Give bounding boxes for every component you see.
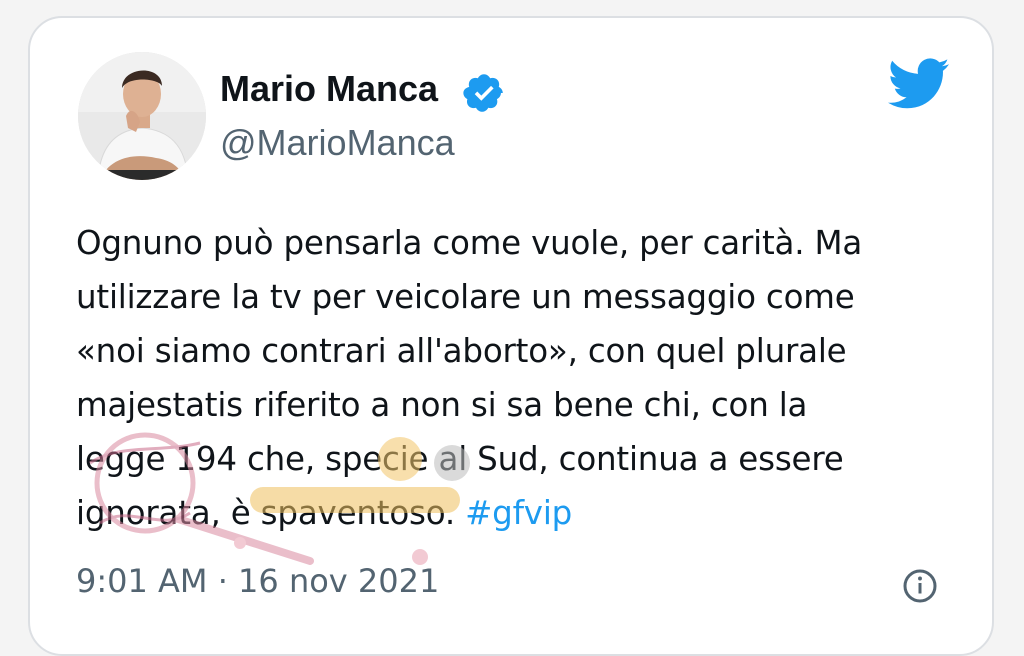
tweet-text-line: ignorata, è spaventoso.	[76, 494, 466, 532]
tweet-text-line: Ognuno può pensarla come vuole, per cari…	[76, 224, 863, 262]
author-name[interactable]: Mario Manca	[220, 68, 438, 110]
tweet-card[interactable]: Mario Manca @MarioManca Ognuno può pensa…	[28, 16, 994, 656]
tweet-text-line: legge 194 che, specie al Sud, continua a…	[76, 440, 844, 478]
tweet-text-line: utilizzare la tv per veicolare un messag…	[76, 278, 855, 316]
tweet-text-line: «noi siamo contrari all'aborto», con que…	[76, 332, 847, 370]
avatar[interactable]	[78, 52, 206, 180]
twitter-bird-icon[interactable]	[888, 58, 950, 110]
tweet-text-last-line: ignorata, è spaventoso. #gfvip	[76, 486, 956, 540]
tweet-text: Ognuno può pensarla come vuole, per cari…	[76, 216, 956, 540]
info-icon[interactable]	[902, 568, 938, 604]
avatar-photo	[78, 52, 206, 180]
author-handle[interactable]: @MarioManca	[220, 122, 455, 164]
tweet-text-line: majestatis riferito a non si sa bene chi…	[76, 386, 808, 424]
timestamp[interactable]: 9:01 AM · 16 nov 2021	[76, 562, 439, 600]
verified-badge-icon	[463, 74, 503, 112]
hashtag-link[interactable]: #gfvip	[465, 494, 572, 532]
